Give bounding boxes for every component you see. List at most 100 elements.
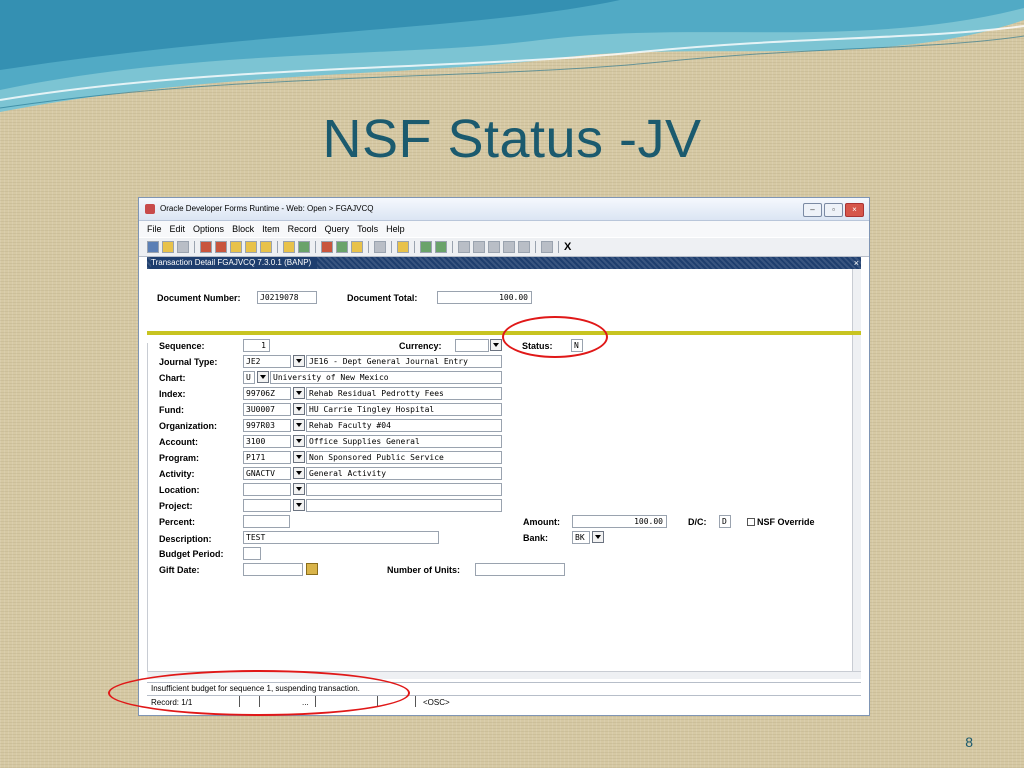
menu-help[interactable]: Help — [386, 221, 405, 237]
account-desc-field[interactable]: Office Supplies General — [306, 435, 502, 448]
document-total-field[interactable]: 100.00 — [437, 291, 532, 304]
account-dropdown-icon[interactable] — [293, 435, 305, 447]
print-icon[interactable] — [177, 241, 189, 253]
activity-label: Activity: — [159, 469, 195, 479]
dc-field[interactable]: D — [719, 515, 731, 528]
document-number-field[interactable]: J0219078 — [257, 291, 317, 304]
budget-period-field[interactable] — [243, 547, 261, 560]
number-of-units-label: Number of Units: — [387, 565, 460, 575]
insert-record-icon[interactable] — [283, 241, 295, 253]
location-code-field[interactable] — [243, 483, 291, 496]
journal-type-code-field[interactable]: JE2 — [243, 355, 291, 368]
toolbar: X — [139, 237, 869, 257]
form-titlebar: Transaction Detail FGAJVCQ 7.3.0.1 (BANP… — [147, 257, 861, 269]
program-code-field[interactable]: P171 — [243, 451, 291, 464]
toolbar-divider — [391, 241, 392, 253]
amount-label: Amount: — [523, 517, 560, 527]
activity-code-field[interactable]: GNACTV — [243, 467, 291, 480]
fund-desc-field[interactable]: HU Carrie Tingley Hospital — [306, 403, 502, 416]
exit-x-icon[interactable]: X — [564, 241, 571, 253]
enter-query-icon[interactable] — [200, 241, 212, 253]
dc-label: D/C: — [688, 517, 707, 527]
save-icon[interactable] — [147, 241, 159, 253]
menu-file[interactable]: File — [147, 221, 162, 237]
fund-dropdown-icon[interactable] — [293, 403, 305, 415]
account-label: Account: — [159, 437, 198, 447]
index-code-field[interactable]: 99706Z — [243, 387, 291, 400]
next-record-icon[interactable] — [260, 241, 272, 253]
form-title: Transaction Detail FGAJVCQ 7.3.0.1 (BANP… — [151, 257, 318, 269]
index-dropdown-icon[interactable] — [293, 387, 305, 399]
block-nav-icon[interactable] — [473, 241, 485, 253]
account-code-field[interactable]: 3100 — [243, 435, 291, 448]
menu-record[interactable]: Record — [288, 221, 317, 237]
menu-block[interactable]: Block — [232, 221, 254, 237]
project-desc-field[interactable] — [306, 499, 502, 512]
oracle-forms-window: Oracle Developer Forms Runtime - Web: Op… — [138, 197, 870, 716]
bank-field[interactable]: BK — [572, 531, 590, 544]
lock-icon[interactable] — [488, 241, 500, 253]
amount-field[interactable]: 100.00 — [572, 515, 667, 528]
rollback-icon[interactable] — [162, 241, 174, 253]
journal-type-desc-field[interactable]: JE16 - Dept General Journal Entry — [306, 355, 502, 368]
document-number-label: Document Number: — [157, 293, 241, 303]
toolbar-divider — [535, 241, 536, 253]
window-titlebar: Oracle Developer Forms Runtime - Web: Op… — [139, 198, 869, 221]
description-field[interactable]: TEST — [243, 531, 439, 544]
gift-date-field[interactable] — [243, 563, 303, 576]
status-divider — [415, 696, 416, 707]
chart-code-field[interactable]: U — [243, 371, 255, 384]
project-dropdown-icon[interactable] — [293, 499, 305, 511]
location-dropdown-icon[interactable] — [293, 483, 305, 495]
program-desc-field[interactable]: Non Sponsored Public Service — [306, 451, 502, 464]
attachment-icon[interactable] — [397, 241, 409, 253]
form-close-icon[interactable]: × — [854, 257, 859, 269]
org-desc-field[interactable]: Rehab Faculty #04 — [306, 419, 502, 432]
help-icon[interactable] — [541, 241, 553, 253]
java-app-icon — [145, 204, 155, 214]
currency-dropdown-icon[interactable] — [490, 339, 502, 351]
project-code-field[interactable] — [243, 499, 291, 512]
journal-type-dropdown-icon[interactable] — [293, 355, 305, 367]
number-of-units-field[interactable] — [475, 563, 565, 576]
minimize-button[interactable]: – — [803, 203, 822, 217]
activity-desc-field[interactable]: General Activity — [306, 467, 502, 480]
menu-options[interactable]: Options — [193, 221, 224, 237]
menu-query[interactable]: Query — [325, 221, 350, 237]
calendar-icon[interactable] — [306, 563, 318, 575]
query-icon[interactable] — [321, 241, 333, 253]
org-dropdown-icon[interactable] — [293, 419, 305, 431]
fund-code-field[interactable]: 3U0007 — [243, 403, 291, 416]
next-block-icon[interactable] — [245, 241, 257, 253]
previous-block-icon[interactable] — [230, 241, 242, 253]
activity-dropdown-icon[interactable] — [293, 467, 305, 479]
duplicate-icon[interactable] — [503, 241, 515, 253]
cancel-query-icon[interactable] — [351, 241, 363, 253]
tree-icon[interactable] — [458, 241, 470, 253]
exit-icon[interactable] — [215, 241, 227, 253]
chart-desc-field[interactable]: University of New Mexico — [270, 371, 502, 384]
bank-dropdown-icon[interactable] — [592, 531, 604, 543]
menu-edit[interactable]: Edit — [170, 221, 186, 237]
export-icon[interactable] — [435, 241, 447, 253]
execute-query-icon[interactable] — [336, 241, 348, 253]
remove-record-icon[interactable] — [298, 241, 310, 253]
location-desc-field[interactable] — [306, 483, 502, 496]
org-code-field[interactable]: 997R03 — [243, 419, 291, 432]
percent-field[interactable] — [243, 515, 290, 528]
maximize-button[interactable]: ▫ — [824, 203, 843, 217]
close-button[interactable]: × — [845, 203, 864, 217]
menu-tools[interactable]: Tools — [357, 221, 378, 237]
osc-indicator: <OSC> — [423, 698, 450, 707]
copy-icon[interactable] — [518, 241, 530, 253]
nsf-override-checkbox[interactable] — [747, 518, 755, 526]
sequence-field[interactable]: 1 — [243, 339, 270, 352]
list-values-icon[interactable] — [374, 241, 386, 253]
menu-item[interactable]: Item — [262, 221, 280, 237]
currency-field[interactable] — [455, 339, 489, 352]
extract-icon[interactable] — [420, 241, 432, 253]
index-label: Index: — [159, 389, 186, 399]
chart-dropdown-icon[interactable] — [257, 371, 269, 383]
program-dropdown-icon[interactable] — [293, 451, 305, 463]
index-desc-field[interactable]: Rehab Residual Pedrotty Fees — [306, 387, 502, 400]
